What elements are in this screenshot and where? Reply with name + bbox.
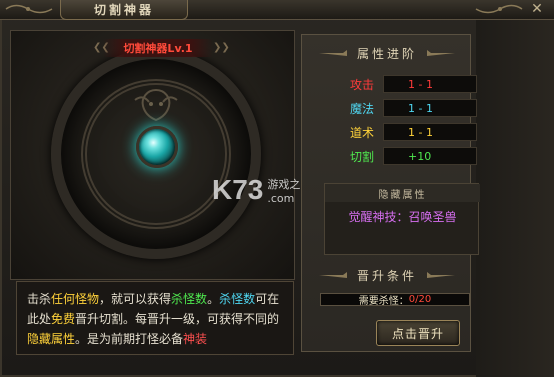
attr-value: 1 - 1 xyxy=(408,125,433,139)
kills-label: 需要杀怪： xyxy=(358,296,409,307)
side-decor xyxy=(476,20,554,377)
dragon-crest-icon xyxy=(134,88,178,122)
description-segment: 免费 xyxy=(51,312,76,326)
kills-value: 0/20 xyxy=(408,294,432,305)
close-icon[interactable]: ✕ xyxy=(528,0,546,18)
watermark: K73 游戏之家 .com xyxy=(212,174,311,206)
attr-row-cut: 切割 +10 xyxy=(302,147,477,165)
description-segment: 。是为前期打怪必备 xyxy=(75,332,184,346)
attr-label: 道术 xyxy=(350,126,375,140)
artifact-display: ❮❮ 切割神器Lv.1 ❯❯ xyxy=(10,30,295,280)
hidden-attributes-heading: 隐藏属性 xyxy=(325,184,480,202)
divider-right-icon xyxy=(427,272,455,278)
description-segment: ，就可以获得 xyxy=(99,292,172,306)
hidden-attributes-box: 隐藏属性 觉醒神技：召唤圣兽 xyxy=(324,183,480,255)
attr-row-attack: 攻击 1 - 1 xyxy=(302,75,477,93)
divider-left-icon xyxy=(318,50,347,56)
title-bar: 切割神器 ✕ xyxy=(0,0,554,20)
ornament-icon xyxy=(475,4,523,14)
attr-row-magic: 魔法 1 - 1 xyxy=(302,99,477,117)
promotion-heading: 晋升条件 xyxy=(302,265,472,285)
window-title: 切割神器 xyxy=(93,3,154,17)
attr-value: 1 - 1 xyxy=(408,101,433,115)
divider-right-icon xyxy=(427,50,455,56)
watermark-logo: K73 xyxy=(212,174,264,205)
attr-row-taoism: 道术 1 - 1 xyxy=(302,123,477,141)
description-segment: 击杀 xyxy=(27,292,52,306)
description-segment: 神装 xyxy=(183,332,208,346)
description-segment: 晋升切割。每晋升一级，可获得不同的 xyxy=(75,312,280,326)
attr-value: 1 - 1 xyxy=(408,77,433,91)
artifact-label: 切割神器Lv.1 xyxy=(103,39,213,57)
artifact-gem[interactable] xyxy=(136,126,178,168)
artifact-name: 切割神器Lv.1 xyxy=(123,42,193,55)
attr-label: 切割 xyxy=(350,150,375,164)
wing-right-icon: ❯❯ xyxy=(213,42,230,53)
description-segment: 杀怪数 xyxy=(171,292,208,306)
description-text: 击杀任何怪物，就可以获得杀怪数。杀怪数可在此处免费晋升切割。每晋升一级，可获得不… xyxy=(27,292,279,346)
attribute-panel: 属性进阶 攻击 1 - 1 魔法 1 - 1 道术 1 - 1 切割 +10 隐… xyxy=(301,34,480,352)
description-segment: 任何怪物 xyxy=(51,292,100,306)
title-tab: 切割神器 xyxy=(60,0,188,20)
ornament-icon xyxy=(5,4,53,14)
description-segment: 杀怪数 xyxy=(219,292,256,306)
attr-value: +10 xyxy=(408,149,432,163)
divider-left-icon xyxy=(318,272,347,278)
description-segment: 。 xyxy=(207,292,220,306)
description-box: 击杀任何怪物，就可以获得杀怪数。杀怪数可在此处免费晋升切割。每晋升一级，可获得不… xyxy=(16,281,294,355)
hidden-attribute-value: 觉醒神技：召唤圣兽 xyxy=(348,210,457,224)
upgrade-button[interactable]: 点击晋升 xyxy=(376,320,460,346)
attr-label: 攻击 xyxy=(350,78,375,92)
attributes-heading: 属性进阶 xyxy=(302,43,472,63)
kills-progress-bar: 需要杀怪： 0/20 xyxy=(320,293,470,307)
attr-label: 魔法 xyxy=(350,102,375,116)
description-segment: 隐藏属性 xyxy=(27,332,76,346)
